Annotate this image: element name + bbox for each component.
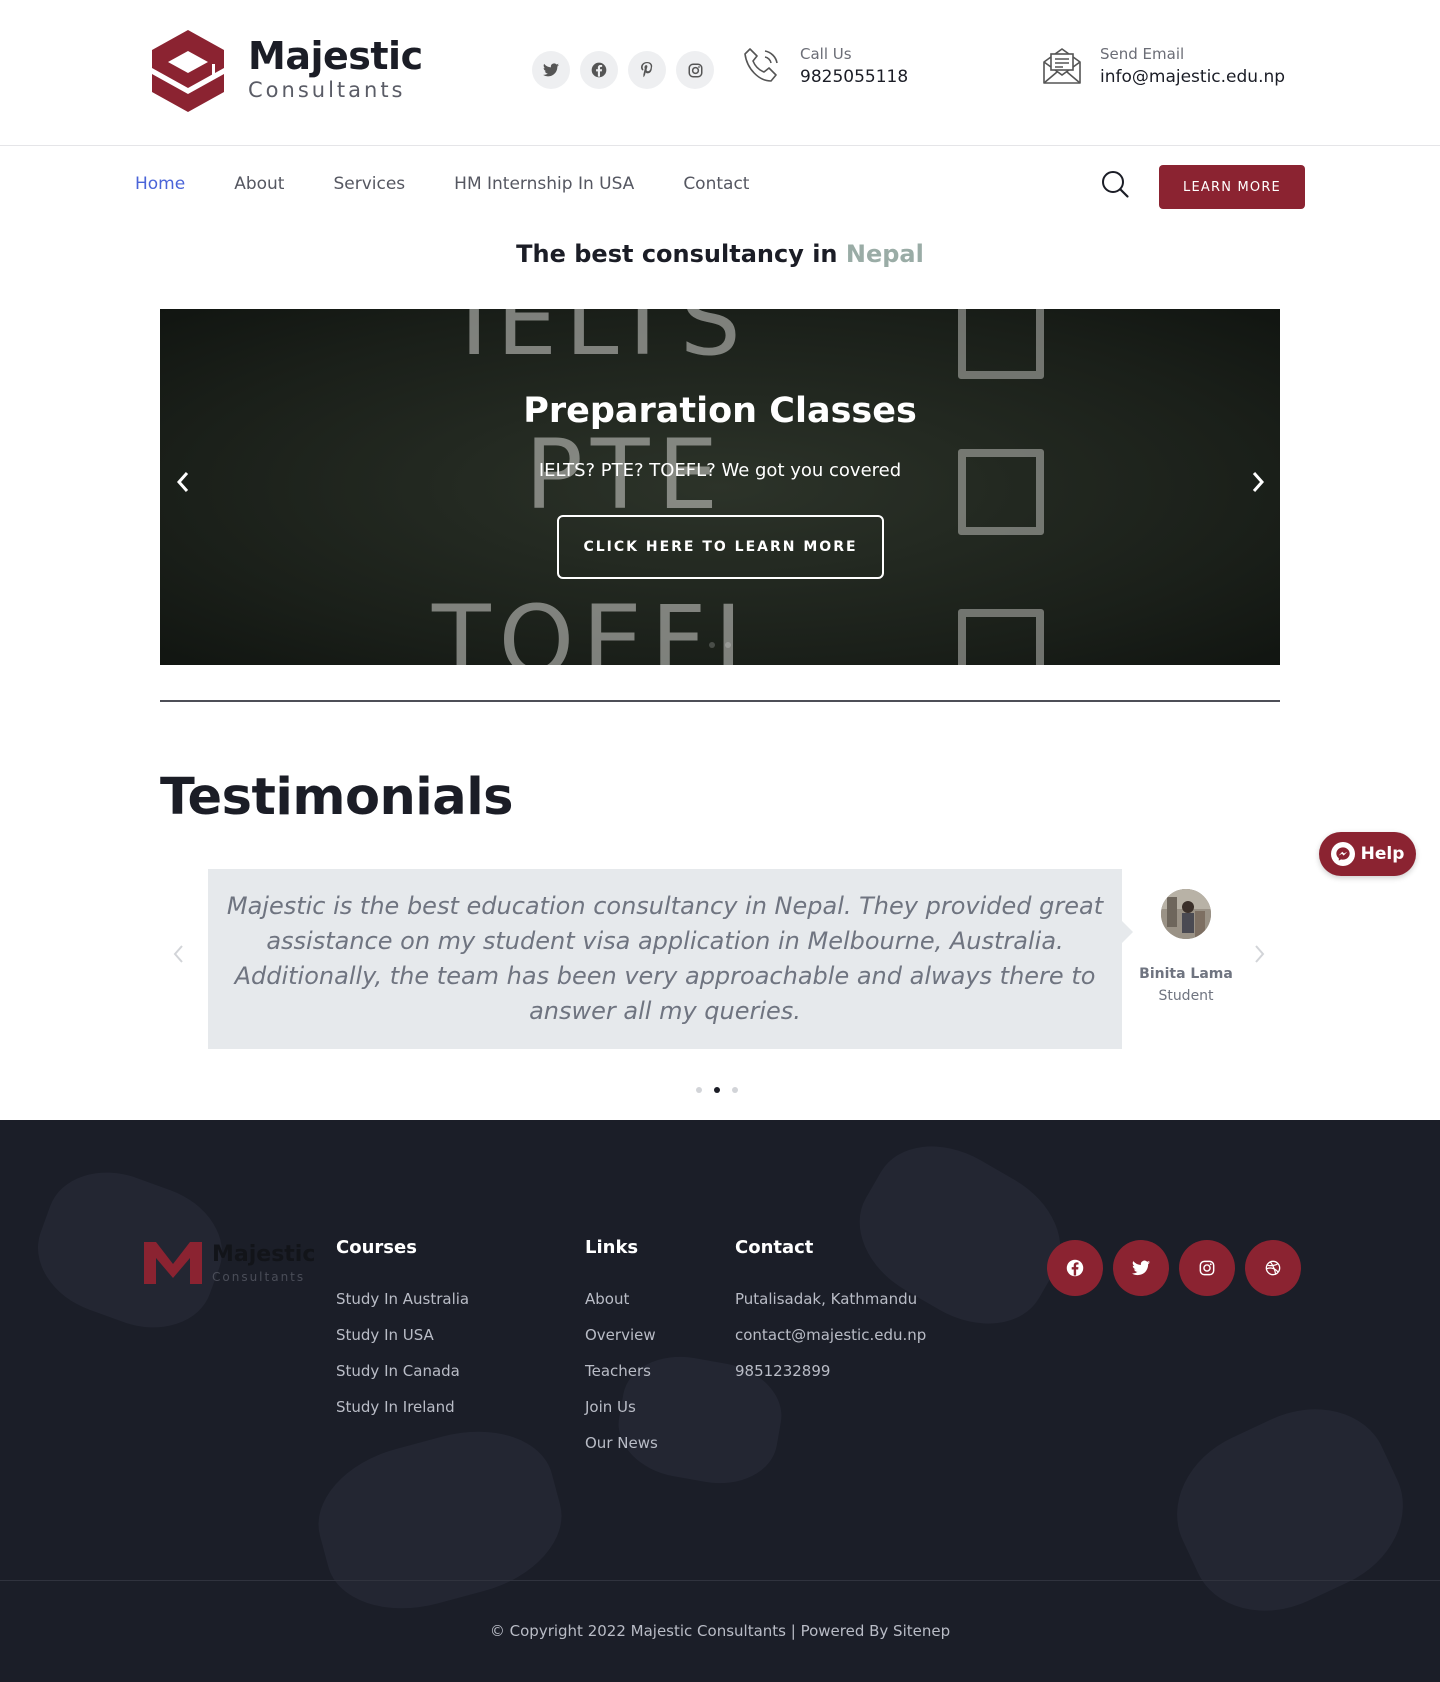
- avatar: [1161, 889, 1211, 939]
- footer-course-link[interactable]: Study In Australia: [336, 1290, 469, 1326]
- footer-link[interactable]: Teachers: [585, 1362, 658, 1398]
- footer-link[interactable]: Join Us: [585, 1398, 658, 1434]
- nav-item-services[interactable]: Services: [333, 174, 405, 194]
- testimonial-next-icon[interactable]: [1254, 944, 1266, 970]
- twitter-icon[interactable]: [532, 51, 570, 89]
- tagline: The best consultancy in Nepal: [0, 240, 1440, 268]
- hero-title: Preparation Classes: [523, 391, 917, 431]
- testimonial-dot[interactable]: [732, 1087, 738, 1093]
- site-footer: Majestic Consultants Courses Study In Au…: [0, 1120, 1440, 1682]
- email-address[interactable]: info@majestic.edu.np: [1100, 67, 1285, 87]
- footer-logo[interactable]: Majestic Consultants: [142, 1238, 315, 1286]
- footer-contact: Contact Putalisadak, Kathmandu contact@m…: [735, 1237, 926, 1398]
- board-word-toefl: TOEFL: [432, 585, 776, 665]
- phone-icon: [740, 44, 784, 88]
- site-logo[interactable]: Majestic Consultants: [142, 28, 423, 114]
- footer-logo-mark-icon: [144, 1242, 202, 1284]
- hero-learn-more-button[interactable]: CLICK HERE TO LEARN MORE: [557, 515, 884, 579]
- facebook-icon[interactable]: [1047, 1240, 1103, 1296]
- top-header: Majestic Consultants Call Us 9825055118: [0, 0, 1440, 146]
- testimonial-author-role: Student: [1158, 988, 1214, 1004]
- footer-bg-shape: [303, 1411, 577, 1629]
- learn-more-button[interactable]: LEARN MORE: [1159, 165, 1305, 209]
- tagline-accent: Nepal: [845, 240, 924, 268]
- footer-course-link[interactable]: Study In Ireland: [336, 1398, 469, 1434]
- nav-item-hm-internship[interactable]: HM Internship In USA: [454, 174, 634, 194]
- nav-menu: Home About Services HM Internship In USA…: [135, 174, 798, 194]
- call-us-label: Call Us: [800, 45, 852, 63]
- twitter-icon[interactable]: [1113, 1240, 1169, 1296]
- footer-address: Putalisadak, Kathmandu: [735, 1290, 918, 1308]
- hero-slider: IELTS PTE TOEFL Preparation Classes IELT…: [160, 309, 1280, 665]
- testimonial-dot-active[interactable]: [714, 1087, 720, 1093]
- facebook-icon[interactable]: [580, 51, 618, 89]
- section-divider: [160, 700, 1280, 702]
- pinterest-icon[interactable]: [628, 51, 666, 89]
- footer-link[interactable]: About: [585, 1290, 658, 1326]
- logo-title: Majestic: [248, 34, 423, 78]
- footer-courses-title: Courses: [336, 1237, 417, 1258]
- testimonial-quote-box: Majestic is the best education consultan…: [208, 869, 1133, 1049]
- footer-logo-title: Majestic: [212, 1242, 316, 1267]
- slider-pagination: [160, 642, 1280, 648]
- slider-prev-icon[interactable]: [170, 469, 196, 499]
- footer-social-links: [1047, 1240, 1301, 1296]
- hero-subtitle: IELTS? PTE? TOEFL? We got you covered: [538, 460, 902, 481]
- footer-course-link[interactable]: Study In USA: [336, 1326, 469, 1362]
- phone-number[interactable]: 9825055118: [800, 67, 908, 87]
- footer-course-link[interactable]: Study In Canada: [336, 1362, 469, 1398]
- call-us-block[interactable]: Call Us 9825055118: [740, 44, 908, 88]
- nav-item-about[interactable]: About: [234, 174, 284, 194]
- search-icon[interactable]: [1100, 169, 1130, 199]
- slider-dot[interactable]: [725, 642, 731, 648]
- footer-contact-title: Contact: [735, 1237, 814, 1258]
- logo-subtitle: Consultants: [248, 78, 406, 102]
- instagram-icon[interactable]: [1179, 1240, 1235, 1296]
- envelope-icon: [1040, 44, 1084, 88]
- header-social-links: [532, 51, 714, 89]
- testimonial-author-name: Binita Lama: [1139, 966, 1233, 982]
- slider-dot[interactable]: [709, 642, 715, 648]
- messenger-icon: [1330, 842, 1355, 866]
- footer-links: Links About Overview Teachers Join Us Ou…: [585, 1237, 658, 1470]
- footer-email[interactable]: contact@majestic.edu.np: [735, 1326, 926, 1362]
- footer-bg-shape: [1152, 1381, 1428, 1639]
- tagline-text: The best consultancy in: [516, 240, 838, 268]
- nav-item-contact[interactable]: Contact: [683, 174, 749, 194]
- footer-links-title: Links: [585, 1237, 639, 1258]
- board-word-ielts: IELTS: [460, 309, 749, 377]
- send-email-label: Send Email: [1100, 45, 1185, 63]
- testimonials-title: Testimonials: [160, 768, 514, 827]
- testimonial-quote: Majestic is the best education consultan…: [226, 892, 1104, 1025]
- help-label: Help: [1360, 844, 1405, 864]
- nav-item-home[interactable]: Home: [135, 174, 185, 194]
- logo-mark-icon: [152, 30, 224, 112]
- copyright-text: © Copyright 2022 Majestic Consultants | …: [489, 1622, 951, 1640]
- footer-divider: [0, 1580, 1440, 1581]
- testimonial-prev-icon[interactable]: [172, 944, 184, 970]
- footer-courses: Courses Study In Australia Study In USA …: [336, 1237, 469, 1434]
- footer-link[interactable]: Our News: [585, 1434, 658, 1470]
- slider-next-icon[interactable]: [1245, 469, 1271, 499]
- board-checkbox: [958, 309, 1044, 379]
- messenger-help-button[interactable]: Help: [1319, 832, 1416, 876]
- main-navigation: Home About Services HM Internship In USA…: [0, 147, 1440, 225]
- instagram-icon[interactable]: [676, 51, 714, 89]
- footer-logo-subtitle: Consultants: [212, 1270, 306, 1284]
- testimonial-dot[interactable]: [696, 1087, 702, 1093]
- dribbble-icon[interactable]: [1245, 1240, 1301, 1296]
- footer-phone[interactable]: 9851232899: [735, 1362, 926, 1398]
- testimonial-pagination: [696, 1087, 738, 1093]
- send-email-block[interactable]: Send Email info@majestic.edu.np: [1040, 44, 1285, 88]
- footer-link[interactable]: Overview: [585, 1326, 658, 1362]
- board-checkbox: [958, 609, 1044, 665]
